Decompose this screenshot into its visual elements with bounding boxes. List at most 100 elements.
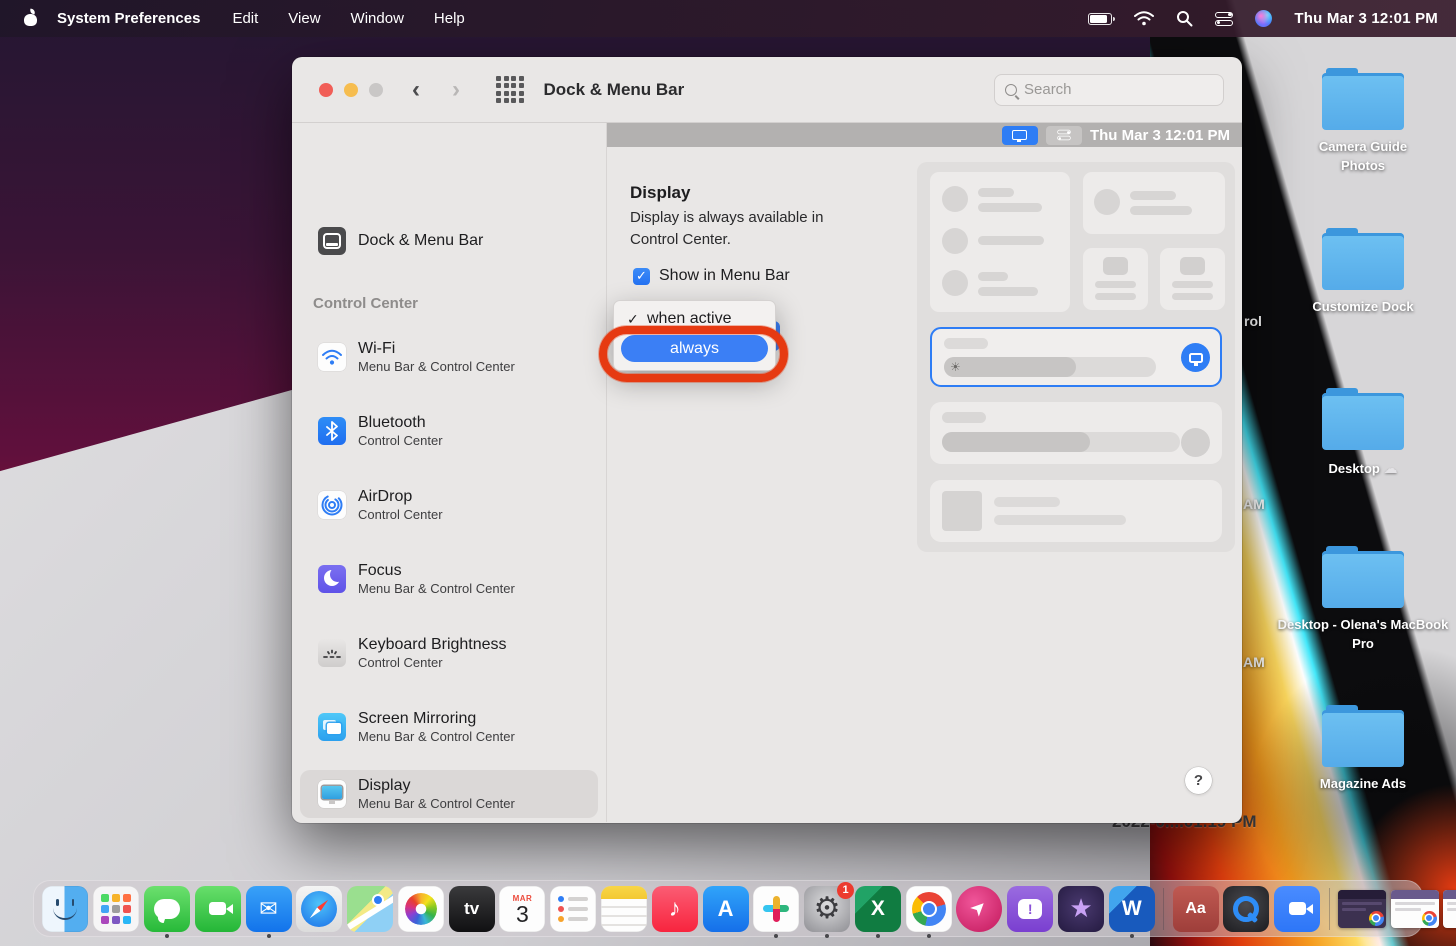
desktop-folder-magazine-ads[interactable]: Magazine Ads	[1278, 705, 1448, 794]
search-field[interactable]: Search	[994, 74, 1224, 106]
dock-quicktime-icon[interactable]	[1223, 886, 1269, 932]
dock-notes-icon[interactable]	[601, 886, 647, 932]
dock-minimized-window-2[interactable]	[1391, 890, 1439, 928]
show-in-menu-bar-row[interactable]: ✓ Show in Menu Bar	[633, 267, 790, 285]
sidebar-item-label: Bluetooth	[358, 413, 443, 433]
desktop-folder-desktop-olenas[interactable]: Desktop - Olena's MacBook Pro	[1278, 546, 1448, 654]
dock-maps-icon[interactable]	[347, 886, 393, 932]
sidebar-item-wifi[interactable]: Wi-Fi Menu Bar & Control Center	[300, 333, 598, 381]
folder-label: Desktop ☁	[1329, 458, 1398, 479]
show-in-menu-bar-checkbox[interactable]: ✓	[633, 268, 650, 285]
desktop-folder-camera-guide-photos[interactable]: Camera Guide Photos	[1278, 68, 1448, 176]
dock-alert-app-icon[interactable]: !	[1007, 886, 1053, 932]
preview-card-focus	[1083, 172, 1225, 234]
dock-dictionary-icon[interactable]: Aa	[1173, 886, 1219, 932]
dock-word-icon[interactable]: W	[1109, 886, 1155, 932]
preview-card-sound	[930, 402, 1222, 464]
sidebar-item-sublabel: Menu Bar & Control Center	[358, 581, 515, 597]
sidebar-item-display[interactable]: Display Menu Bar & Control Center	[300, 770, 598, 818]
dock-reminders-icon[interactable]	[550, 886, 596, 932]
display-icon	[318, 780, 346, 808]
desktop-folder-customize-dock[interactable]: Customize Dock	[1278, 228, 1448, 317]
dock-messages-icon[interactable]	[144, 886, 190, 932]
sidebar-item-dock-menu-bar[interactable]: Dock & Menu Bar	[300, 221, 598, 261]
sidebar-item-label: AirDrop	[358, 487, 443, 507]
dock-chrome-icon[interactable]	[906, 886, 952, 932]
forward-button[interactable]: ›	[438, 76, 478, 104]
preview-card-display-highlighted: ☀	[930, 327, 1222, 387]
close-button[interactable]	[319, 83, 333, 97]
dock-divider	[1329, 888, 1330, 930]
folder-label: Camera Guide Photos	[1298, 138, 1428, 176]
menu-bar-clock[interactable]: Thu Mar 3 12:01 PM	[1294, 10, 1438, 27]
dock-finder-icon[interactable]	[42, 886, 88, 932]
sidebar-item-label: Keyboard Brightness	[358, 635, 507, 655]
dock-launchpad-icon[interactable]	[93, 886, 139, 932]
battery-icon[interactable]	[1088, 13, 1112, 25]
menu-window[interactable]: Window	[351, 10, 404, 27]
folder-icon	[1322, 388, 1404, 450]
dock-minimized-window-3[interactable]	[1443, 890, 1456, 928]
dock-photos-icon[interactable]	[398, 886, 444, 932]
menu-view[interactable]: View	[288, 10, 320, 27]
sidebar-item-focus[interactable]: Focus Menu Bar & Control Center	[300, 555, 598, 603]
sidebar-item-label: Wi-Fi	[358, 339, 515, 359]
menu-edit[interactable]: Edit	[232, 10, 258, 27]
menu-bar: System Preferences Edit View Window Help…	[0, 0, 1456, 37]
control-center-glyph-icon	[1057, 130, 1071, 141]
search-icon[interactable]	[1176, 10, 1193, 27]
display-menu-extra-active	[1002, 126, 1038, 145]
bluetooth-icon	[318, 417, 346, 445]
red-annotation-circle	[599, 326, 788, 382]
siri-icon[interactable]	[1255, 10, 1272, 27]
sidebar-item-bluetooth[interactable]: Bluetooth Control Center	[300, 407, 598, 455]
dock: ✉ tv MAR3 ♪ A ⚙1 X ➤ ! ★ W Aa	[33, 880, 1423, 937]
sidebar-item-sublabel: Menu Bar & Control Center	[358, 359, 515, 375]
dock-divider	[1163, 888, 1164, 930]
back-button[interactable]: ‹	[394, 76, 438, 104]
dock-minimized-window-1[interactable]	[1338, 890, 1386, 928]
dock-slack-icon[interactable]	[753, 886, 799, 932]
airdrop-icon	[318, 491, 346, 519]
screen-mirroring-icon	[318, 713, 346, 741]
dock-imovie-icon[interactable]: ★	[1058, 886, 1104, 932]
dock-app-store-icon[interactable]: A	[703, 886, 749, 932]
app-menu-title[interactable]: System Preferences	[57, 10, 200, 27]
sidebar-item-keyboard-brightness[interactable]: Keyboard Brightness Control Center	[300, 629, 598, 677]
sidebar-item-sublabel: Control Center	[358, 507, 443, 523]
sidebar-item-screen-mirroring[interactable]: Screen Mirroring Menu Bar & Control Cent…	[300, 703, 598, 751]
control-center-preview: ☀	[917, 162, 1235, 552]
preview-card-small-right	[1160, 248, 1225, 310]
dock-zoom-icon[interactable]	[1274, 886, 1320, 932]
folder-icon	[1322, 68, 1404, 130]
zoom-button[interactable]	[369, 83, 383, 97]
preview-clock: Thu Mar 3 12:01 PM	[1090, 127, 1230, 144]
dock-facetime-icon[interactable]	[195, 886, 241, 932]
menu-help[interactable]: Help	[434, 10, 465, 27]
preview-card-connectivity	[930, 172, 1070, 312]
sidebar-item-airdrop[interactable]: AirDrop Control Center	[300, 481, 598, 529]
dock-calendar-icon[interactable]: MAR3	[499, 886, 545, 932]
show-all-preferences-icon[interactable]	[496, 76, 524, 104]
minimize-button[interactable]	[344, 83, 358, 97]
icloud-download-icon: ☁	[1383, 460, 1397, 476]
sidebar-item-label: Dock & Menu Bar	[358, 231, 483, 251]
dock-apple-tv-icon[interactable]: tv	[449, 886, 495, 932]
dock-excel-icon[interactable]: X	[855, 886, 901, 932]
partial-file-label: AM	[1243, 496, 1265, 512]
dock-mail-icon[interactable]: ✉	[246, 886, 292, 932]
dock-music-icon[interactable]: ♪	[652, 886, 698, 932]
dock-system-preferences-icon[interactable]: ⚙1	[804, 886, 850, 932]
window-title: Dock & Menu Bar	[544, 80, 685, 100]
system-preferences-window: ‹ › Dock & Menu Bar Search Dock & Menu B…	[292, 57, 1242, 823]
control-center-icon[interactable]	[1215, 12, 1233, 26]
folder-icon	[1322, 705, 1404, 767]
desktop-folder-desktop[interactable]: Desktop ☁	[1278, 388, 1448, 479]
dock-skitch-icon[interactable]: ➤	[956, 886, 1002, 932]
wifi-icon[interactable]	[1134, 11, 1154, 26]
content-pane: Thu Mar 3 12:01 PM Display Display is al…	[607, 123, 1242, 822]
keyboard-brightness-icon	[318, 639, 346, 667]
apple-menu-icon[interactable]	[22, 10, 39, 27]
dock-safari-icon[interactable]	[296, 886, 342, 932]
help-button[interactable]: ?	[1185, 767, 1212, 794]
